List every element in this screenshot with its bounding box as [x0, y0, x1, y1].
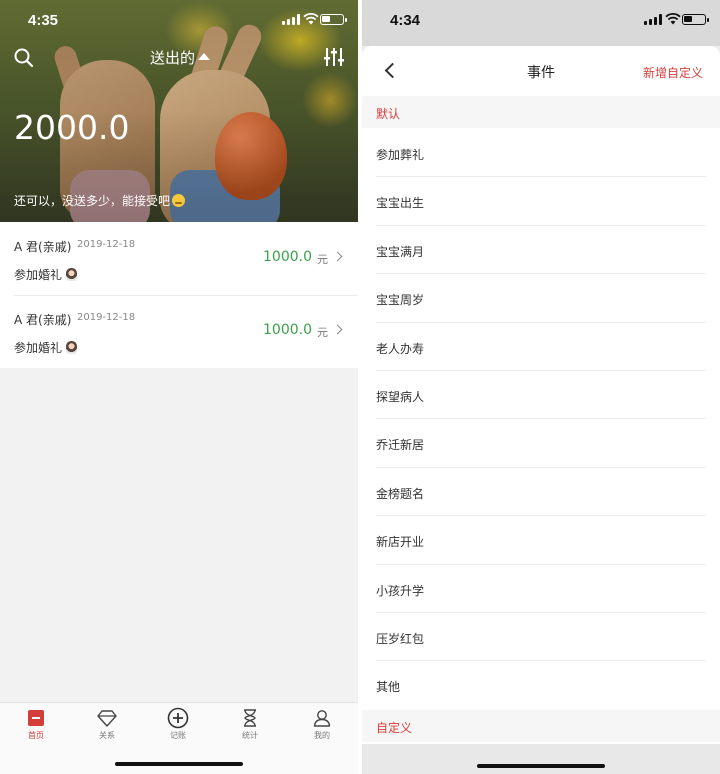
event-item[interactable]: 乔迁新居: [362, 419, 720, 469]
event-item[interactable]: 宝宝周岁: [362, 274, 720, 323]
battery-icon: [320, 14, 347, 25]
tab-home-label: 首页: [28, 731, 44, 740]
event-item[interactable]: 压岁红包: [362, 613, 720, 662]
tab-profile-label: 我的: [314, 731, 330, 740]
direction-label: 送出的: [150, 49, 196, 67]
hourglass-icon: [244, 709, 256, 727]
header-banner: 4:35 送出的 2000.0 还可以，没送多少，能接受吧: [0, 0, 358, 222]
chevron-right-icon: [332, 251, 343, 262]
record-unit: 元: [317, 326, 328, 339]
event-list: 参加葬礼 宝宝出生 宝宝满月 宝宝周岁 老人办寿 探望病人 乔迁新居 金榜题名 …: [362, 129, 720, 710]
event-label: 乔迁新居: [376, 438, 425, 453]
event-item[interactable]: 参加葬礼: [362, 129, 720, 178]
bride-icon: [66, 268, 78, 281]
tab-relations-label: 关系: [99, 731, 115, 740]
record-row[interactable]: A 君(亲戚) 2019-12-18 参加婚礼 1000.0 元: [0, 295, 358, 368]
tab-profile[interactable]: 我的: [297, 709, 347, 749]
event-item[interactable]: 新店开业: [362, 516, 720, 565]
section-title: 默认: [376, 107, 401, 121]
chevron-right-icon: [332, 324, 343, 335]
total-amount: 2000.0: [14, 108, 130, 147]
record-date: 2019-12-18: [77, 312, 136, 323]
search-icon[interactable]: [12, 46, 36, 70]
event-label: 小孩升学: [376, 583, 425, 598]
event-item[interactable]: 宝宝出生: [362, 177, 720, 227]
tab-record[interactable]: 记账: [153, 707, 203, 749]
status-time: 4:34: [390, 12, 421, 29]
tab-relations[interactable]: 关系: [82, 709, 132, 749]
event-label: 参加葬礼: [376, 148, 425, 162]
record-name: A 君(亲戚): [14, 313, 72, 327]
tab-record-label: 记账: [170, 731, 186, 740]
diamond-icon: [97, 710, 117, 727]
record-event: 参加婚礼: [14, 266, 78, 283]
section-title: 自定义: [376, 721, 413, 735]
event-label: 探望病人: [376, 389, 425, 404]
add-custom-button[interactable]: 新增自定义: [643, 64, 703, 81]
record-unit: 元: [317, 253, 328, 266]
status-bar: 4:34: [362, 0, 720, 46]
summary-caption-text: 还可以，没送多少，能接受吧: [14, 194, 171, 208]
event-item[interactable]: 探望病人: [362, 371, 720, 420]
plus-circle-icon: [167, 707, 189, 729]
battery-icon: [682, 14, 709, 25]
event-label: 其他: [376, 680, 401, 695]
nav-bar: 事件 新增自定义: [362, 46, 720, 96]
event-sheet: 事件 新增自定义 默认 参加葬礼 宝宝出生 宝宝满月 宝宝周岁 老人办寿 探望病…: [362, 46, 720, 774]
record-name: A 君(亲戚): [14, 240, 72, 254]
event-label: 宝宝满月: [376, 244, 425, 259]
home-icon: [28, 710, 44, 726]
event-item[interactable]: 金榜题名: [362, 468, 720, 517]
tab-home[interactable]: 首页: [11, 709, 61, 749]
event-item[interactable]: 老人办寿: [362, 323, 720, 372]
event-label: 新店开业: [376, 535, 425, 550]
event-label: 宝宝周岁: [376, 293, 425, 308]
record-amount: 1000.0: [263, 249, 312, 265]
record-event: 参加婚礼: [14, 339, 78, 356]
status-time: 4:35: [28, 12, 59, 29]
record-list: A 君(亲戚) 2019-12-18 参加婚礼 1000.0 元 A 君(亲戚)…: [0, 222, 358, 368]
event-label: 压岁红包: [376, 631, 425, 646]
home-indicator[interactable]: [477, 764, 605, 768]
wifi-icon: [303, 12, 319, 25]
record-event-label: 参加婚礼: [14, 341, 63, 355]
section-header-default: 默认: [362, 96, 720, 128]
record-row[interactable]: A 君(亲戚) 2019-12-18 参加婚礼 1000.0 元: [0, 222, 358, 295]
caret-up-icon: [198, 53, 211, 60]
summary-caption: 还可以，没送多少，能接受吧: [14, 192, 186, 209]
record-event-label: 参加婚礼: [14, 268, 63, 282]
event-label: 宝宝出生: [376, 196, 425, 211]
event-picker-screen: 4:34 事件 新增自定义 默认 参加葬礼 宝宝出生 宝宝满月 宝宝周岁 老人办…: [362, 0, 720, 774]
section-header-custom: 自定义: [362, 710, 720, 742]
bottom-area: [362, 744, 720, 774]
record-amount: 1000.0: [263, 322, 312, 338]
event-label: 老人办寿: [376, 341, 425, 356]
home-indicator[interactable]: [115, 762, 243, 766]
event-item[interactable]: 宝宝满月: [362, 226, 720, 275]
wifi-icon: [665, 12, 681, 25]
bride-icon: [66, 341, 78, 354]
filter-sliders-icon[interactable]: [322, 45, 346, 69]
event-item[interactable]: 其他: [362, 661, 720, 709]
event-item[interactable]: 小孩升学: [362, 565, 720, 614]
record-date: 2019-12-18: [77, 239, 136, 250]
main-screen: 4:35 送出的 2000.0 还可以，没送多少，能接受吧 A 君(亲戚) 20…: [0, 0, 358, 774]
tab-stats[interactable]: 统计: [225, 709, 275, 749]
signal-icon: [644, 14, 662, 25]
relieved-face-icon: [172, 194, 186, 207]
signal-icon: [282, 14, 300, 25]
user-icon: [313, 710, 331, 727]
event-label: 金榜题名: [376, 486, 425, 501]
tab-bar: 首页 关系 记账 统计 我的: [0, 702, 358, 774]
direction-toggle[interactable]: 送出的: [150, 47, 211, 68]
tab-stats-label: 统计: [242, 731, 258, 740]
